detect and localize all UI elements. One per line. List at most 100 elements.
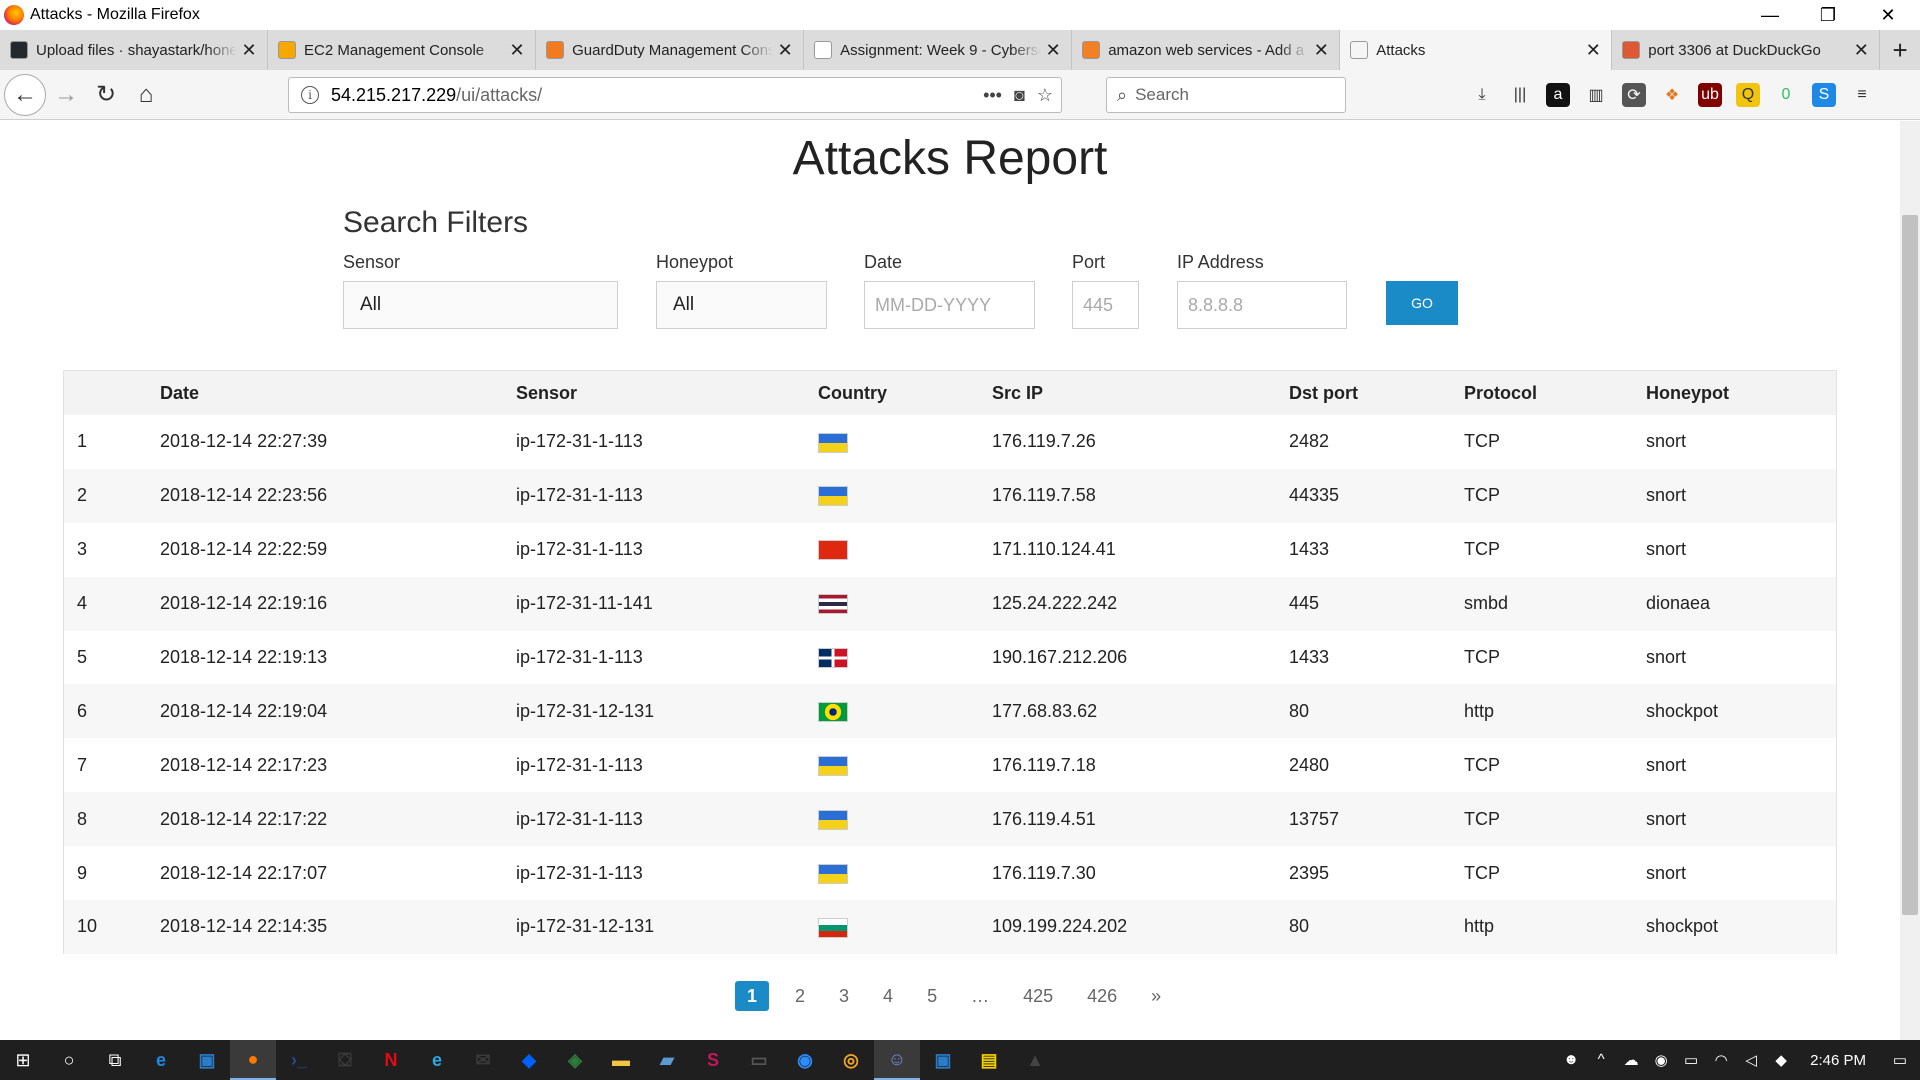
app-s-icon[interactable]: S bbox=[690, 1040, 736, 1080]
skype-extension-icon[interactable]: S bbox=[1812, 83, 1836, 107]
chrome-canary-icon[interactable]: ◎ bbox=[828, 1040, 874, 1080]
photos-icon[interactable]: ▲ bbox=[1012, 1040, 1058, 1080]
mail-icon[interactable]: ✉ bbox=[460, 1040, 506, 1080]
cortana-icon[interactable]: ○ bbox=[46, 1040, 92, 1080]
tab-7[interactable]: port 3306 at DuckDuckGo ✕ bbox=[1612, 30, 1881, 70]
notes-icon[interactable]: ▤ bbox=[966, 1040, 1012, 1080]
go-button[interactable]: GO bbox=[1386, 281, 1458, 325]
discord-icon[interactable]: ☺ bbox=[874, 1040, 920, 1080]
reader-icon[interactable]: ▥ bbox=[1584, 83, 1608, 107]
tab-favicon-icon bbox=[278, 41, 297, 59]
sensor-name: ip-172-31-1-113 bbox=[516, 808, 643, 829]
honeypot-select[interactable]: All bbox=[656, 281, 827, 329]
photos-glyph: ▲ bbox=[1026, 1049, 1044, 1070]
evernote-extension-icon[interactable]: 0 bbox=[1774, 83, 1798, 107]
minimize-button[interactable]: — bbox=[1742, 0, 1798, 30]
date-label: Date bbox=[864, 252, 903, 272]
keyboard-icon[interactable]: ▭ bbox=[736, 1040, 782, 1080]
tab-3[interactable]: GuardDuty Management Console✕ bbox=[536, 30, 805, 70]
library-icon[interactable]: ||| bbox=[1508, 83, 1532, 107]
download-icon[interactable]: ⤓ bbox=[1470, 83, 1494, 107]
page-scrollbar[interactable] bbox=[1900, 121, 1920, 1040]
bookmark-star-icon[interactable]: ☆ bbox=[1037, 85, 1053, 106]
task-view-icon[interactable]: ⧉ bbox=[92, 1040, 138, 1080]
notification-icon[interactable]: ▭ bbox=[1880, 1051, 1920, 1069]
ie-icon[interactable]: e bbox=[414, 1040, 460, 1080]
source-ip: 171.110.124.41 bbox=[992, 539, 1116, 560]
forward-button[interactable]: → bbox=[46, 75, 86, 115]
pocket-icon[interactable]: ◙ bbox=[1014, 85, 1025, 106]
powershell-icon[interactable]: ›_ bbox=[276, 1040, 322, 1080]
people-icon[interactable]: ☻ bbox=[1556, 1051, 1586, 1069]
chrome-tray-icon[interactable]: ◉ bbox=[1646, 1051, 1676, 1069]
sourcetree-icon[interactable]: ◈ bbox=[552, 1040, 598, 1080]
scrollbar-thumb[interactable] bbox=[1902, 215, 1918, 915]
protocol-cell: TCP bbox=[1464, 738, 1646, 792]
battery-icon[interactable]: ▭ bbox=[1676, 1051, 1706, 1069]
edge-icon[interactable]: e bbox=[138, 1040, 184, 1080]
zoom-icon[interactable]: ◉ bbox=[782, 1040, 828, 1080]
pagination-page-426[interactable]: 426 bbox=[1079, 981, 1125, 1011]
window-app-icon[interactable]: ▣ bbox=[920, 1040, 966, 1080]
ip-address-input[interactable] bbox=[1188, 294, 1346, 316]
onedrive-icon[interactable]: ☁ bbox=[1616, 1051, 1646, 1069]
file-explorer-glyph: ▬ bbox=[612, 1049, 630, 1070]
edge-glyph: e bbox=[155, 1049, 166, 1070]
back-button[interactable]: ← bbox=[4, 73, 46, 116]
tab-close-icon[interactable]: ✕ bbox=[773, 40, 797, 61]
dropbox-icon[interactable]: ◆ bbox=[506, 1040, 552, 1080]
close-window-button[interactable]: ✕ bbox=[1860, 0, 1916, 30]
tab-close-icon[interactable]: ✕ bbox=[1849, 40, 1873, 61]
clock[interactable]: 2:46 PM bbox=[1810, 1052, 1866, 1069]
search-bar[interactable]: ⌕ Search bbox=[1106, 77, 1346, 113]
sticky-icon[interactable]: ▰ bbox=[644, 1040, 690, 1080]
sensor-select[interactable]: All bbox=[343, 281, 618, 329]
tray-chevron-icon[interactable]: ^ bbox=[1586, 1051, 1616, 1069]
pagination-page-4[interactable]: 4 bbox=[875, 981, 901, 1011]
store-window-icon[interactable]: ▣ bbox=[184, 1040, 230, 1080]
info-icon[interactable]: i bbox=[301, 86, 319, 104]
tab-2[interactable]: EC2 Management Console ✕ bbox=[268, 30, 537, 70]
tab-1[interactable]: Upload files · shayastark/honeypot✕ bbox=[0, 30, 269, 70]
tab-close-icon[interactable]: ✕ bbox=[1309, 40, 1333, 61]
honeypot-name: snort bbox=[1646, 431, 1687, 452]
tab-close-icon[interactable]: ✕ bbox=[505, 40, 529, 61]
page-actions-icon[interactable]: ••• bbox=[983, 85, 1002, 106]
dropbox-tray-icon[interactable]: ◆ bbox=[1766, 1051, 1796, 1069]
tab-6[interactable]: Attacks ✕ bbox=[1340, 30, 1613, 70]
new-tab-button[interactable]: + bbox=[1880, 30, 1920, 70]
flag-bulgaria-icon bbox=[818, 917, 848, 938]
store-icon[interactable]: ⛋ bbox=[322, 1040, 368, 1080]
port-input[interactable] bbox=[1083, 294, 1138, 316]
ublock-icon[interactable]: ub bbox=[1698, 83, 1722, 107]
pagination-page-5[interactable]: 5 bbox=[919, 981, 945, 1011]
netflix-icon[interactable]: N bbox=[368, 1040, 414, 1080]
magnifier-extension-icon[interactable]: Q bbox=[1736, 83, 1760, 107]
file-explorer-icon[interactable]: ▬ bbox=[598, 1040, 644, 1080]
volume-icon[interactable]: ◁ bbox=[1736, 1051, 1766, 1069]
firefox-icon[interactable]: ● bbox=[230, 1040, 276, 1080]
fox-extension-icon[interactable]: ❖ bbox=[1660, 83, 1684, 107]
home-button[interactable]: ⌂ bbox=[126, 75, 166, 115]
row-number-cell: 1 bbox=[64, 415, 160, 469]
restore-button[interactable]: ❐ bbox=[1800, 0, 1856, 30]
sync-icon[interactable]: ⟳ bbox=[1622, 83, 1646, 107]
url-bar[interactable]: i 54.215.217.229/ui/attacks/ ••• ◙ ☆ bbox=[288, 77, 1062, 113]
tab-close-icon[interactable]: ✕ bbox=[1581, 40, 1605, 61]
reload-button[interactable]: ↻ bbox=[86, 75, 126, 115]
pagination-next-button[interactable]: » bbox=[1143, 981, 1169, 1011]
date-input[interactable] bbox=[875, 294, 1034, 316]
pagination-page-425[interactable]: 425 bbox=[1015, 981, 1061, 1011]
amazon-icon[interactable]: a bbox=[1546, 83, 1570, 107]
pagination-page-3[interactable]: 3 bbox=[831, 981, 857, 1011]
tab-5[interactable]: amazon web services - Add a rule✕ bbox=[1072, 30, 1341, 70]
pagination-page-1[interactable]: 1 bbox=[735, 981, 770, 1011]
tab-4[interactable]: Assignment: Week 9 - Cybersecurity✕ bbox=[804, 30, 1073, 70]
windows-start-icon[interactable]: ⊞ bbox=[0, 1040, 46, 1080]
tab-close-icon[interactable]: ✕ bbox=[237, 40, 261, 61]
menu-icon[interactable]: ≡ bbox=[1850, 83, 1874, 107]
tab-close-icon[interactable]: ✕ bbox=[1041, 40, 1065, 61]
row-number: 9 bbox=[77, 862, 88, 883]
pagination-page-2[interactable]: 2 bbox=[787, 981, 813, 1011]
wifi-icon[interactable]: ◠ bbox=[1706, 1051, 1736, 1069]
